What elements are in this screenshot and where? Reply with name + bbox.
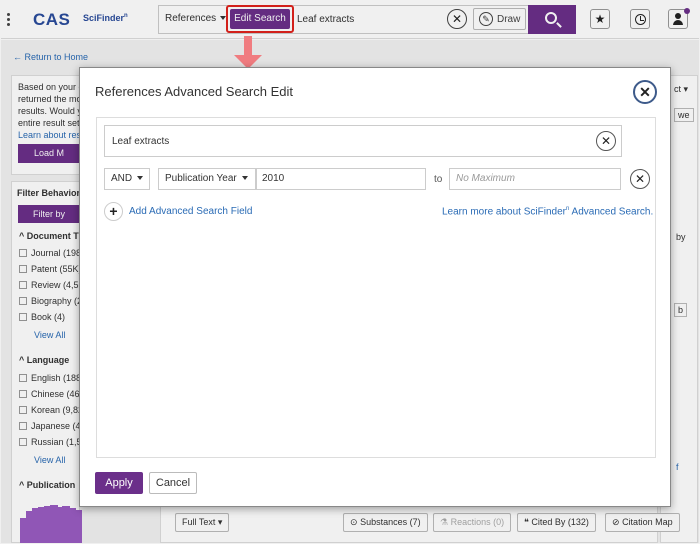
chevron-down-icon [137,176,144,181]
callout-arrow-shaft [244,36,252,56]
learn-more-advanced-search-link[interactable]: Learn more about SciFindern Advanced Sea… [442,206,653,217]
clear-query-icon[interactable]: ✕ [596,131,616,151]
search-field-dropdown[interactable]: Publication Year [158,168,256,190]
chevron-down-icon [241,176,248,181]
close-dialog-icon[interactable]: ✕ [633,80,657,104]
query-field[interactable]: Leaf extracts ✕ [104,125,622,157]
learn-more-text: Learn more about SciFinder [442,206,566,218]
to-label: to [434,174,443,185]
boolean-operator-label: AND [111,173,133,184]
boolean-operator-dropdown[interactable]: AND [104,168,150,190]
search-field-label: Publication Year [165,173,237,184]
dialog-title: References Advanced Search Edit [95,84,294,99]
remove-field-icon[interactable]: ✕ [630,169,650,189]
from-year-input[interactable]: 2010 [256,168,426,190]
to-year-input[interactable]: No Maximum [449,168,621,190]
learn-more-tail: Advanced Search. [569,206,654,218]
apply-button[interactable]: Apply [95,472,143,494]
advanced-search-edit-dialog: References Advanced Search Edit ✕ Leaf e… [79,67,671,507]
cancel-button[interactable]: Cancel [149,472,197,494]
search-fields-panel: Leaf extracts ✕ AND Publication Year 201… [96,117,656,458]
add-advanced-search-field-link[interactable]: Add Advanced Search Field [129,206,252,217]
query-field-value: Leaf extracts [112,136,170,147]
add-field-plus-icon[interactable]: + [104,202,123,221]
